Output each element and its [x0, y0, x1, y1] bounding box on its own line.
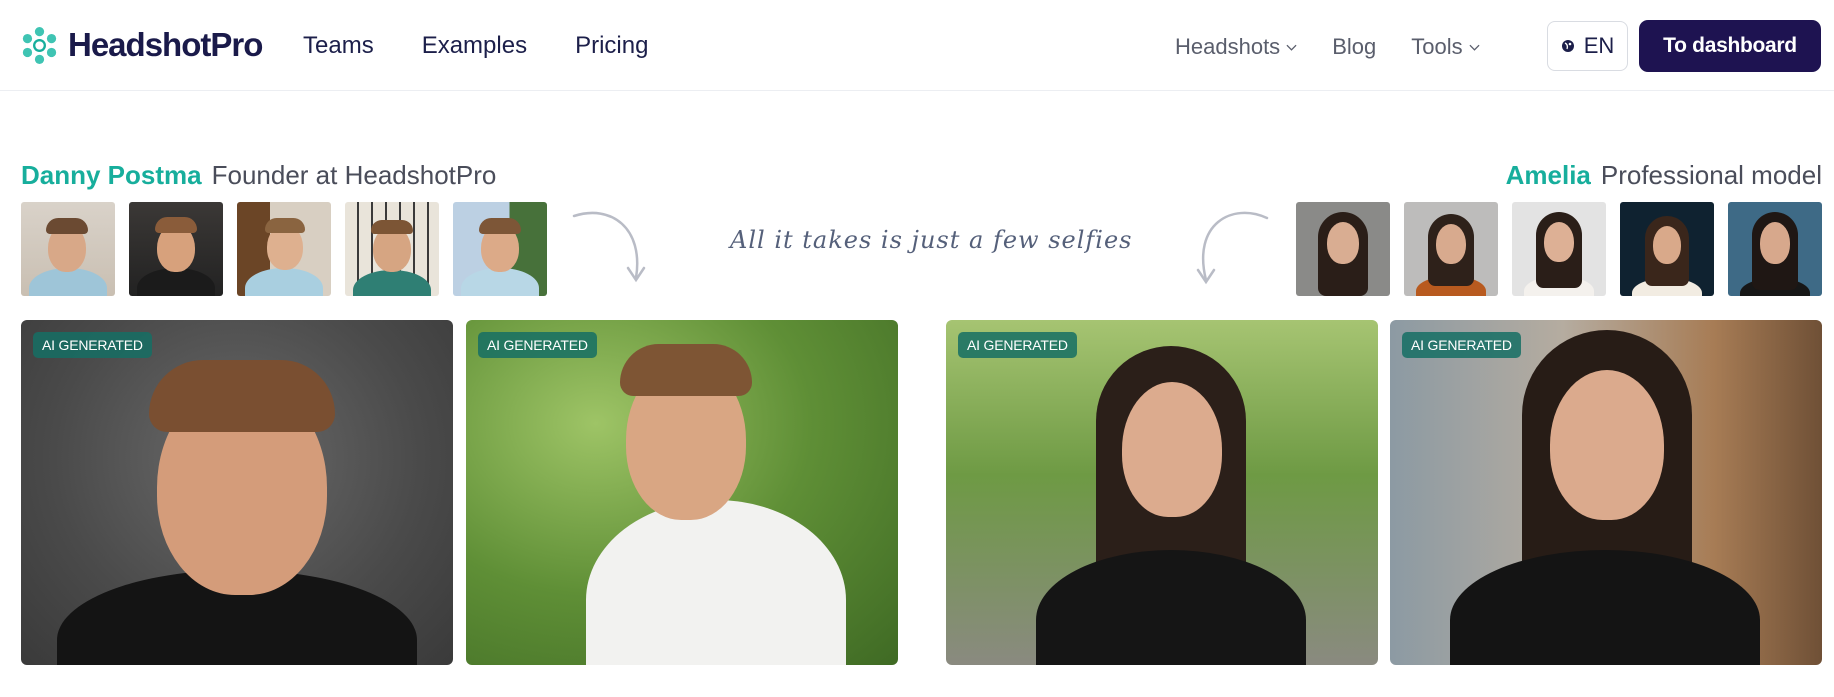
site-header: HeadshotPro Teams Examples Pricing Heads… [0, 0, 1834, 91]
portrait-hair [149, 360, 335, 432]
language-selector[interactable]: EN [1547, 21, 1628, 71]
portrait-body [1036, 550, 1306, 665]
nav-link-examples[interactable]: Examples [422, 32, 527, 60]
right-selfie-thumbnails [1296, 202, 1822, 296]
selfie-thumbnail [1728, 202, 1822, 296]
portrait-body [586, 500, 846, 665]
right-person-title: Amelia Professional model [1506, 160, 1822, 191]
left-person-role: Founder at HeadshotPro [211, 160, 497, 190]
ai-generated-badge: AI GENERATED [1402, 332, 1521, 358]
secondary-nav: Headshots Blog Tools [1175, 34, 1480, 60]
selfies-caption: All it takes is just a few selfies [730, 226, 1133, 254]
portrait-face [1122, 382, 1222, 517]
curved-arrow-icon [572, 211, 646, 283]
nav-label-tools: Tools [1411, 34, 1463, 59]
nav-dropdown-tools[interactable]: Tools [1411, 34, 1480, 60]
nav-link-teams[interactable]: Teams [303, 32, 374, 60]
selfie-thumbnail [1404, 202, 1498, 296]
left-person-name: Danny Postma [21, 160, 202, 190]
portrait-face [1550, 370, 1664, 520]
selfie-thumbnail [1512, 202, 1606, 296]
ai-generated-badge: AI GENERATED [478, 332, 597, 358]
nav-label-headshots: Headshots [1175, 34, 1281, 59]
selfie-thumbnail [21, 202, 115, 296]
portrait-body [1450, 550, 1760, 665]
language-label: EN [1583, 33, 1615, 58]
ai-generated-badge: AI GENERATED [33, 332, 152, 358]
left-selfie-thumbnails [21, 202, 547, 296]
selfie-thumbnail [453, 202, 547, 296]
right-person-name: Amelia [1505, 160, 1591, 190]
chevron-down-icon [1286, 44, 1297, 51]
ai-generated-badge: AI GENERATED [958, 332, 1077, 358]
nav-label-blog: Blog [1332, 34, 1377, 59]
generated-portrait: AI GENERATED [21, 320, 453, 665]
primary-nav: Teams Examples Pricing [303, 32, 648, 60]
nav-dropdown-headshots[interactable]: Headshots [1175, 34, 1297, 60]
curved-arrow-icon [1196, 211, 1269, 285]
selfie-thumbnail [129, 202, 223, 296]
left-person-title: Danny Postma Founder at HeadshotPro [21, 160, 496, 191]
globe-icon [1561, 40, 1574, 52]
selfie-thumbnail [1296, 202, 1390, 296]
chevron-down-icon [1469, 44, 1480, 51]
nav-link-pricing[interactable]: Pricing [575, 32, 648, 60]
generated-portrait: AI GENERATED [1390, 320, 1822, 665]
generated-portrait: AI GENERATED [466, 320, 898, 665]
selfie-thumbnail [237, 202, 331, 296]
nav-link-blog[interactable]: Blog [1332, 34, 1376, 60]
selfie-thumbnail [1620, 202, 1714, 296]
selfie-thumbnail [345, 202, 439, 296]
brand-logo[interactable]: HeadshotPro [21, 26, 263, 64]
right-person-role: Professional model [1600, 160, 1822, 190]
portrait-hair [620, 344, 752, 396]
brand-name: HeadshotPro [68, 26, 263, 63]
logo-icon [22, 26, 57, 64]
dashboard-button[interactable]: To dashboard [1639, 20, 1821, 72]
generated-portrait: AI GENERATED [946, 320, 1378, 665]
